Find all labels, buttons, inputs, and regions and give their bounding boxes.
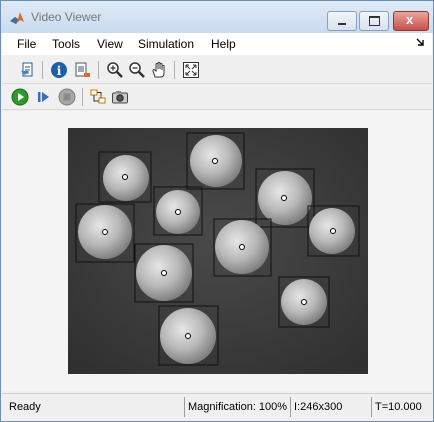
stop-icon[interactable] [58, 88, 76, 106]
image-size-readout: I:246x300 [294, 401, 343, 413]
menu-help[interactable]: Help [211, 37, 236, 51]
menu-simulation[interactable]: Simulation [138, 37, 194, 51]
video-frame[interactable] [68, 128, 368, 374]
fit-to-window-icon[interactable] [182, 61, 200, 79]
highlight-model-icon[interactable] [89, 88, 107, 106]
export-icon[interactable] [74, 61, 92, 79]
play-icon[interactable] [11, 88, 29, 106]
status-bar: Ready Magnification: 100% I:246x300 T=10… [2, 393, 432, 421]
toolbar-separator [98, 61, 99, 79]
dock-arrow-icon[interactable] [416, 38, 424, 46]
video-display-area [2, 111, 432, 391]
time-readout: T=10.000 [375, 401, 422, 413]
status-separator [371, 397, 372, 417]
close-button[interactable]: x [393, 11, 429, 31]
video-viewer-window: Video Viewer x File Tools View Simulatio… [0, 0, 434, 422]
print-icon[interactable] [19, 61, 37, 79]
window-title: Video Viewer [31, 10, 102, 24]
menu-file[interactable]: File [17, 37, 36, 51]
toolbar-separator [82, 88, 83, 106]
menu-tools[interactable]: Tools [52, 37, 80, 51]
menu-view[interactable]: View [97, 37, 123, 51]
status-separator [184, 397, 185, 417]
menu-bar: File Tools View Simulation Help [2, 33, 432, 55]
toolbar-separator [42, 61, 43, 79]
snapshot-camera-icon[interactable] [111, 88, 129, 106]
minimize-button[interactable] [327, 11, 357, 31]
info-icon[interactable]: i [50, 61, 68, 79]
zoom-in-icon[interactable] [106, 61, 124, 79]
maximize-button[interactable] [359, 11, 389, 31]
title-bar: Video Viewer x [1, 1, 433, 33]
main-toolbar: i [2, 57, 432, 84]
status-text: Ready [9, 401, 41, 413]
zoom-out-icon[interactable] [128, 61, 146, 79]
toolbar-separator [174, 61, 175, 79]
step-forward-icon[interactable] [35, 88, 53, 106]
pan-hand-icon[interactable] [150, 61, 168, 79]
simulation-toolbar [2, 85, 432, 110]
magnification-readout: Magnification: 100% [188, 401, 288, 413]
status-separator [290, 397, 291, 417]
matlab-logo-icon [10, 12, 24, 24]
svg-text:i: i [57, 64, 62, 78]
